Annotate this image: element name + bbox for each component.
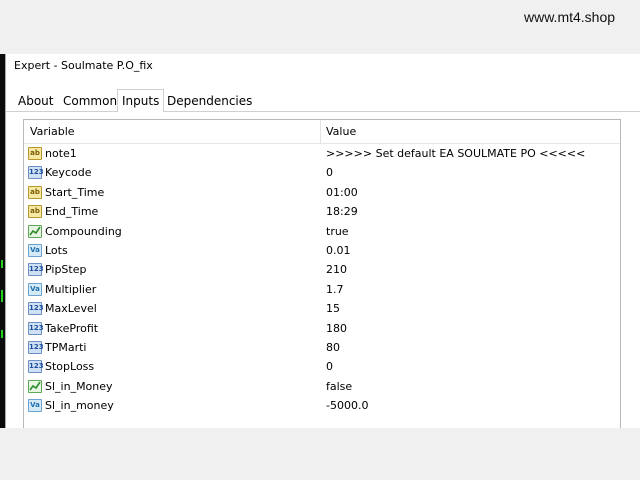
table-row[interactable]: 123 TakeProfit 180 <box>24 319 620 338</box>
tab-bar: About Common Inputs Dependencies <box>6 88 640 113</box>
table-row[interactable]: 123 MaxLevel 15 <box>24 299 620 318</box>
column-divider[interactable] <box>320 120 321 144</box>
table-row[interactable]: Compounding true <box>24 222 620 241</box>
variable-value[interactable]: 18:29 <box>326 205 358 218</box>
table-header: Variable Value <box>24 120 620 144</box>
tab-inputs[interactable]: Inputs <box>117 89 165 113</box>
inputs-table: Variable Value ab note1 >>>>> Set default … <box>23 119 621 430</box>
variable-name: Sl_in_Money <box>45 379 113 393</box>
variable-value[interactable]: 01:00 <box>326 186 358 199</box>
variable-name: MaxLevel <box>45 302 97 316</box>
integer-type-icon: 123 <box>28 263 44 277</box>
integer-type-icon: 123 <box>28 166 44 180</box>
variable-value[interactable]: 0.01 <box>326 244 351 257</box>
variable-name: TakeProfit <box>45 321 99 335</box>
variable-value[interactable]: 210 <box>326 263 347 276</box>
bottom-background <box>0 428 640 480</box>
integer-type-icon: 123 <box>28 321 44 335</box>
variable-name: Keycode <box>45 166 92 180</box>
string-type-icon: ab <box>28 185 42 199</box>
variable-value[interactable]: 180 <box>326 322 347 335</box>
variable-value[interactable]: 80 <box>326 341 340 354</box>
variable-value[interactable]: false <box>326 380 352 393</box>
column-header-variable[interactable]: Variable <box>30 125 75 138</box>
expert-properties-window: Expert - Soulmate P.O_fix About Common I… <box>5 54 640 430</box>
window-title: Expert - Soulmate P.O_fix <box>14 59 153 72</box>
variable-name: Compounding <box>45 224 122 238</box>
table-row[interactable]: Va Lots 0.01 <box>24 241 620 260</box>
integer-type-icon: 123 <box>28 360 44 374</box>
table-row[interactable]: ab note1 >>>>> Set default EA SOULMATE PO … <box>24 144 620 163</box>
variable-value[interactable]: true <box>326 225 349 238</box>
string-type-icon: ab <box>28 205 42 219</box>
table-row[interactable]: Va Sl_in_money -5000.0 <box>24 396 620 415</box>
tab-common[interactable]: Common <box>59 92 121 112</box>
integer-type-icon: 123 <box>28 340 44 354</box>
tab-about[interactable]: About <box>14 92 57 112</box>
variable-name: PipStep <box>45 263 87 277</box>
column-header-value[interactable]: Value <box>326 125 356 138</box>
watermark-text: www.mt4.shop <box>524 9 616 25</box>
variable-name: TPMarti <box>45 340 87 354</box>
boolean-type-icon <box>28 379 42 393</box>
table-body: ab note1 >>>>> Set default EA SOULMATE PO … <box>24 144 620 415</box>
variable-value[interactable]: 0 <box>326 360 333 373</box>
variable-value[interactable]: >>>>> Set default EA SOULMATE PO <<<<< <box>326 147 585 160</box>
variable-value[interactable]: 0 <box>326 166 333 179</box>
boolean-type-icon <box>28 224 42 238</box>
table-row[interactable]: Sl_in_Money false <box>24 377 620 396</box>
table-row[interactable]: 123 Keycode 0 <box>24 163 620 182</box>
variable-value[interactable]: -5000.0 <box>326 399 368 412</box>
string-type-icon: ab <box>28 147 42 160</box>
double-type-icon: Va <box>28 399 42 413</box>
variable-name: Multiplier <box>45 282 97 296</box>
table-row[interactable]: Va Multiplier 1.7 <box>24 280 620 299</box>
variable-name: Sl_in_money <box>45 399 114 413</box>
tab-dependencies[interactable]: Dependencies <box>163 92 256 112</box>
double-type-icon: Va <box>28 243 42 257</box>
table-row[interactable]: 123 PipStep 210 <box>24 260 620 279</box>
table-row[interactable]: 123 TPMarti 80 <box>24 338 620 357</box>
double-type-icon: Va <box>28 282 42 296</box>
table-row[interactable]: ab Start_Time 01:00 <box>24 183 620 202</box>
variable-name: Lots <box>45 243 68 257</box>
table-row[interactable]: 123 StopLoss 0 <box>24 357 620 376</box>
variable-value[interactable]: 15 <box>326 302 340 315</box>
integer-type-icon: 123 <box>28 302 44 316</box>
table-row[interactable]: ab End_Time 18:29 <box>24 202 620 221</box>
inputs-panel: Variable Value ab note1 >>>>> Set default … <box>6 112 640 430</box>
variable-name: note1 <box>45 147 77 160</box>
variable-name: StopLoss <box>45 360 95 374</box>
variable-value[interactable]: 1.7 <box>326 283 344 296</box>
variable-name: End_Time <box>45 205 99 219</box>
variable-name: Start_Time <box>45 185 105 199</box>
